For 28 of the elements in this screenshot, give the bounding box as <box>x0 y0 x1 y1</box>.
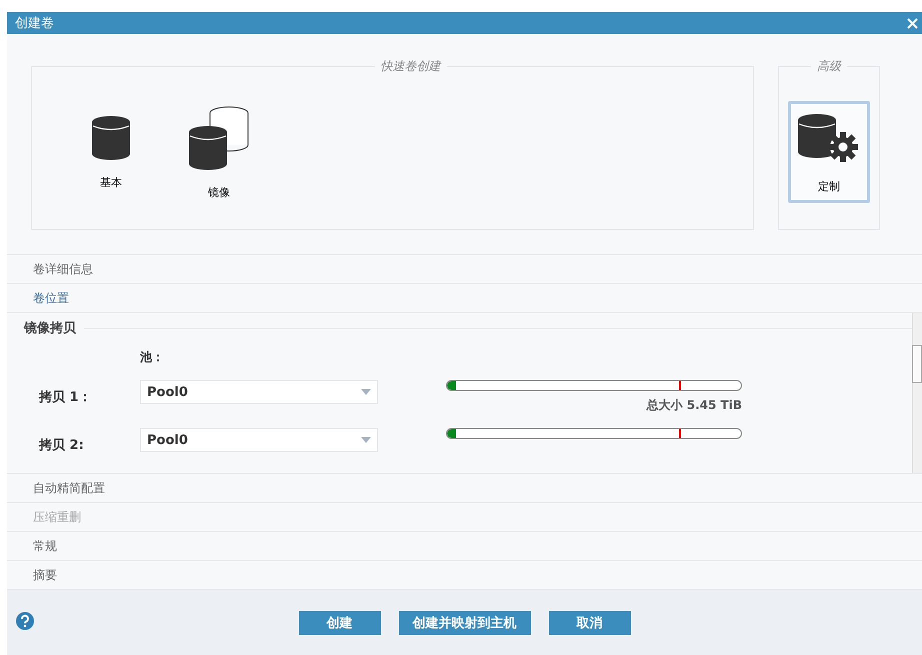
pool-dropdown[interactable]: Pool0 <box>140 428 378 452</box>
volume-type-option[interactable]: 基本 <box>76 100 146 204</box>
section-title: 镜像拷贝 <box>24 320 76 337</box>
dialog-button[interactable]: 取消 <box>548 610 630 634</box>
step-item[interactable]: 常规 <box>33 536 57 556</box>
panel-legend: 高级 <box>811 58 847 75</box>
pool-header: 池： <box>140 350 164 364</box>
volume-type-option[interactable]: 定制 <box>788 101 870 203</box>
database-icon <box>91 114 131 161</box>
step-item[interactable]: 卷位置 <box>33 288 69 308</box>
help-icon[interactable] <box>16 612 34 630</box>
volume-type-option[interactable]: 镜像 <box>184 100 254 204</box>
step-item[interactable]: 摘要 <box>33 564 57 586</box>
step-item[interactable]: 自动精简配置 <box>33 478 105 498</box>
dialog-button[interactable]: 创建并映射到主机 <box>398 610 530 634</box>
close-icon[interactable] <box>907 18 918 28</box>
database-pair-icon <box>188 104 250 170</box>
panel-legend: 快速卷创建 <box>374 58 446 75</box>
pool-dropdown[interactable]: Pool0 <box>140 380 378 404</box>
step-item[interactable]: 卷详细信息 <box>33 258 93 280</box>
window-title: 创建卷 <box>15 15 54 32</box>
copy-label: 拷贝 2: <box>39 438 84 453</box>
caret-icon <box>361 437 371 443</box>
dialog-button[interactable]: 创建 <box>298 610 380 634</box>
scrollbar[interactable] <box>912 313 922 473</box>
caret-icon <box>361 389 371 395</box>
copy-label: 拷贝 1： <box>39 390 92 405</box>
capacity-caption: 总大小 5.45 TiB <box>646 397 742 414</box>
